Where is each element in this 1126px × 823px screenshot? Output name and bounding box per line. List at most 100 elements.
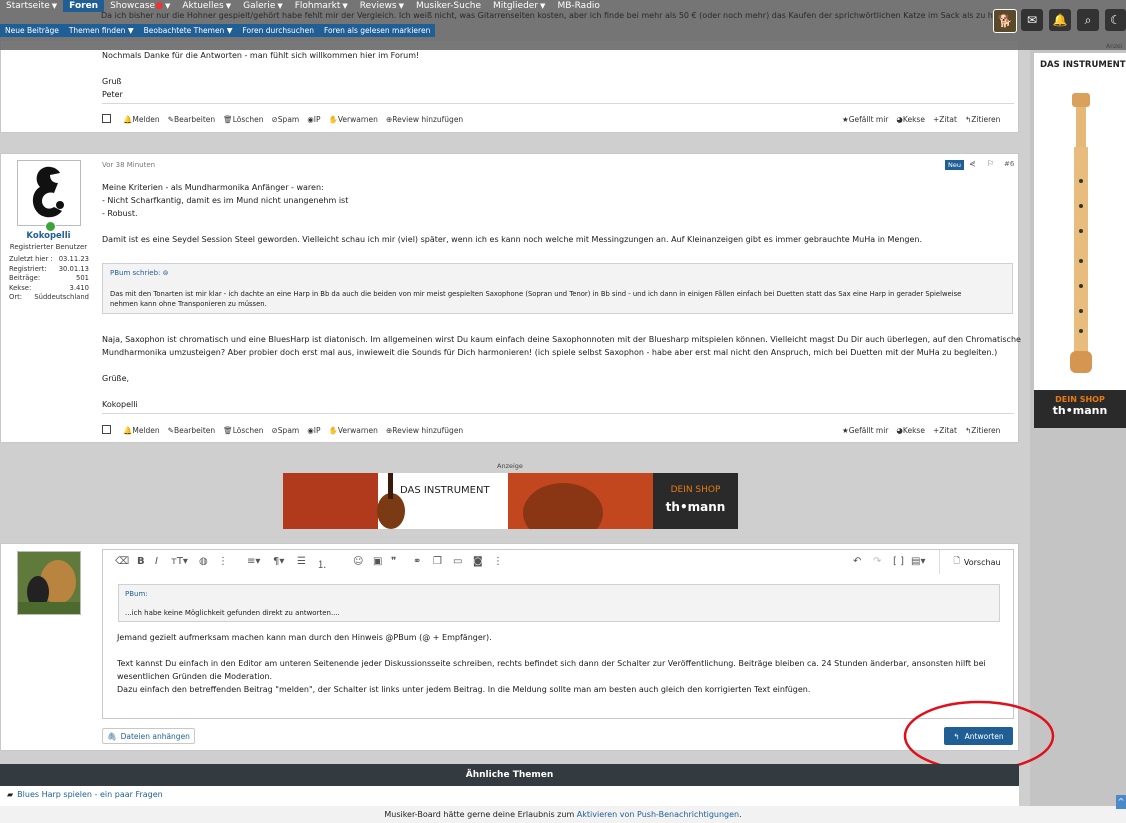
numbered-list-icon[interactable]: ⒈ <box>317 556 327 571</box>
nav-showcase[interactable]: Showcase● ▼ <box>104 0 176 12</box>
undo-icon[interactable]: ↶ <box>853 556 861 567</box>
avatar[interactable] <box>17 160 81 232</box>
attach-files-button[interactable]: 🖇 Dateien anhängen <box>102 728 195 744</box>
similar-threads-header: Ähnliche Themen <box>0 764 1019 786</box>
ad-shop-text: DEIN SHOP <box>670 485 721 495</box>
post-1-line-1: Nochmals Danke für die Antworten - man f… <box>102 51 420 60</box>
color-palette-icon[interactable]: ◍ <box>199 556 208 567</box>
nav-radio[interactable]: MB-Radio <box>551 0 605 12</box>
center-ad-banner[interactable]: DAS INSTRUMENT DEIN SHOP th•mann <box>283 473 738 529</box>
camera-icon[interactable]: ◙ <box>473 556 483 567</box>
nav-home[interactable]: Startseite ▼ <box>0 0 63 12</box>
post-1-line-3: Gruß <box>102 77 122 86</box>
messages-icon[interactable]: ✉ <box>1021 9 1043 31</box>
notifications-bell-icon[interactable]: 🔔 <box>1049 9 1071 31</box>
subnav-search-forums[interactable]: Foren durchsuchen <box>237 26 319 35</box>
nav-flea-market[interactable]: Flohmarkt ▼ <box>289 0 354 12</box>
like-link[interactable]: ★Gefällt mir <box>842 115 888 124</box>
drafts-icon[interactable]: ▤▾ <box>911 556 925 567</box>
warn-link[interactable]: ✋Verwarnen <box>329 115 378 124</box>
preview-button[interactable]: 🗋 Vorschau <box>939 550 1014 574</box>
multiquote-link[interactable]: +Zitat <box>933 115 957 124</box>
spam-link[interactable]: ⊘Spam <box>272 426 300 435</box>
nav-members[interactable]: Mitglieder ▼ <box>487 0 551 12</box>
nav-reviews[interactable]: Reviews ▼ <box>354 0 410 12</box>
search-icon[interactable]: ⌕ <box>1077 9 1099 31</box>
delete-link[interactable]: 🗑Löschen <box>223 426 263 435</box>
media-icon[interactable]: ▭ <box>453 556 462 567</box>
ip-link[interactable]: ◉IP <box>307 426 320 435</box>
emoji-icon[interactable]: ☺ <box>353 556 363 567</box>
subnav-find-threads[interactable]: Themen finden ▼ <box>64 26 139 35</box>
add-review-link[interactable]: ⊕Review hinzufügen <box>386 426 463 435</box>
rich-text-editor[interactable]: ⌫ B I тT▾ ◍ ⋮ ≡▾ ¶▾ ☰ ⒈ ☺ ▣ ❞ ⚭ ❒ ▭ ◙ ⋮ … <box>102 549 1014 719</box>
report-link[interactable]: 🔔Melden <box>123 426 160 435</box>
multiquote-link[interactable]: +Zitat <box>933 426 957 435</box>
redo-icon[interactable]: ↷ <box>873 556 881 567</box>
divider <box>102 103 1014 104</box>
subnav-mark-read[interactable]: Foren als gelesen markieren <box>319 26 435 35</box>
user-avatar-icon[interactable]: 🐕 <box>993 9 1017 33</box>
bullet-list-icon[interactable]: ☰ <box>297 556 306 567</box>
edit-link[interactable]: ✎Bearbeiten <box>168 426 216 435</box>
side-ad-banner[interactable]: DAS INSTRUMENT DEIN SHOP th•mann <box>1034 53 1126 428</box>
sub-nav: Neue Beiträge Themen finden ▼ Beobachtet… <box>0 24 436 37</box>
subnav-watched-threads[interactable]: Beobachtete Themen ▼ <box>139 26 238 35</box>
editor-quote[interactable]: PBum: ...ich habe keine Möglichkeit gefu… <box>118 584 1000 622</box>
more-insert-icon[interactable]: ⋮ <box>493 556 503 567</box>
edit-link[interactable]: ✎Bearbeiten <box>168 115 216 124</box>
bbcode-toggle-icon[interactable]: [ ] <box>893 556 904 567</box>
post-2-signature: Kokopelli <box>102 400 138 409</box>
post-time[interactable]: Vor 38 Minuten <box>102 159 155 172</box>
quote-jump-icon[interactable]: ⊚ <box>163 269 169 277</box>
link-icon[interactable]: ⚭ <box>413 556 421 567</box>
similar-thread-item[interactable]: ▰ Blues Harp spielen - ein paar Fragen <box>7 790 163 799</box>
report-link[interactable]: 🔔Melden <box>123 115 160 124</box>
top-navigation: Da ich bisher nur die Hohner gespielt/ge… <box>0 0 1126 50</box>
editor-content[interactable]: Jemand gezielt aufmerksam machen kann ma… <box>117 631 986 696</box>
spam-link[interactable]: ⊘Spam <box>272 115 300 124</box>
user-stats: Zuletzt hier :03.11.23 Registriert: 30.01… <box>9 255 89 301</box>
dark-mode-moon-icon[interactable]: ☾ <box>1105 9 1126 31</box>
cookies-link[interactable]: ◕Kekse <box>896 426 925 435</box>
user-title: Registrierter Benutzer <box>9 243 88 251</box>
quote-link[interactable]: ↰Zitieren <box>965 115 1000 124</box>
image-icon[interactable]: ▣ <box>373 556 382 567</box>
delete-link[interactable]: 🗑Löschen <box>223 115 263 124</box>
clear-format-icon[interactable]: ⌫ <box>115 556 129 567</box>
quote-link[interactable]: ↰Zitieren <box>965 426 1000 435</box>
select-checkbox[interactable] <box>102 424 115 436</box>
bookmark-icon[interactable]: ⚐ <box>987 159 994 168</box>
divider <box>102 413 1014 414</box>
bold-icon[interactable]: B <box>137 556 145 567</box>
subnav-new-posts[interactable]: Neue Beiträge <box>0 26 64 35</box>
nav-news[interactable]: Aktuelles ▼ <box>176 0 237 12</box>
like-link[interactable]: ★Gefällt mir <box>842 426 888 435</box>
post-2-para1-line1: Meine Kriterien - als Mundharmonika Anfä… <box>102 183 324 192</box>
share-icon[interactable]: ⋞ <box>969 159 976 168</box>
cookies-link[interactable]: ◕Kekse <box>896 115 925 124</box>
scroll-top-button[interactable]: ^ <box>1116 795 1126 809</box>
enable-push-link[interactable]: Aktivieren von Push-Benachrichtigungen <box>577 810 739 819</box>
more-options-icon[interactable]: ⋮ <box>218 556 228 567</box>
ip-link[interactable]: ◉IP <box>307 115 320 124</box>
warn-link[interactable]: ✋Verwarnen <box>329 426 378 435</box>
username[interactable]: Kokopelli <box>1 231 96 241</box>
reply-box: ⌫ B I тT▾ ◍ ⋮ ≡▾ ¶▾ ☰ ⒈ ☺ ▣ ❞ ⚭ ❒ ▭ ◙ ⋮ … <box>0 543 1055 772</box>
gallery-icon[interactable]: ❒ <box>433 556 442 567</box>
push-notification-bar: Musiker-Board hätte gerne deine Erlaubni… <box>0 806 1126 823</box>
add-review-link[interactable]: ⊕Review hinzufügen <box>386 115 463 124</box>
select-checkbox[interactable] <box>102 113 115 125</box>
quote-icon[interactable]: ❞ <box>391 556 396 567</box>
post-number[interactable]: #6 <box>1004 160 1014 168</box>
italic-icon[interactable]: I <box>155 556 158 567</box>
align-icon[interactable]: ≡▾ <box>247 556 260 567</box>
quote-author[interactable]: PBum schrieb: ⊚ <box>110 269 168 277</box>
font-size-icon[interactable]: тT▾ <box>171 556 188 567</box>
nav-musician-search[interactable]: Musiker-Suche <box>410 0 487 12</box>
paragraph-icon[interactable]: ¶▾ <box>273 556 284 567</box>
nav-gallery[interactable]: Galerie ▼ <box>237 0 289 12</box>
post-2-para1-line2: - Nicht Scharfkantig, damit es im Mund n… <box>102 196 349 205</box>
new-badge: Neu <box>945 160 964 170</box>
nav-forums[interactable]: Foren <box>63 0 105 12</box>
